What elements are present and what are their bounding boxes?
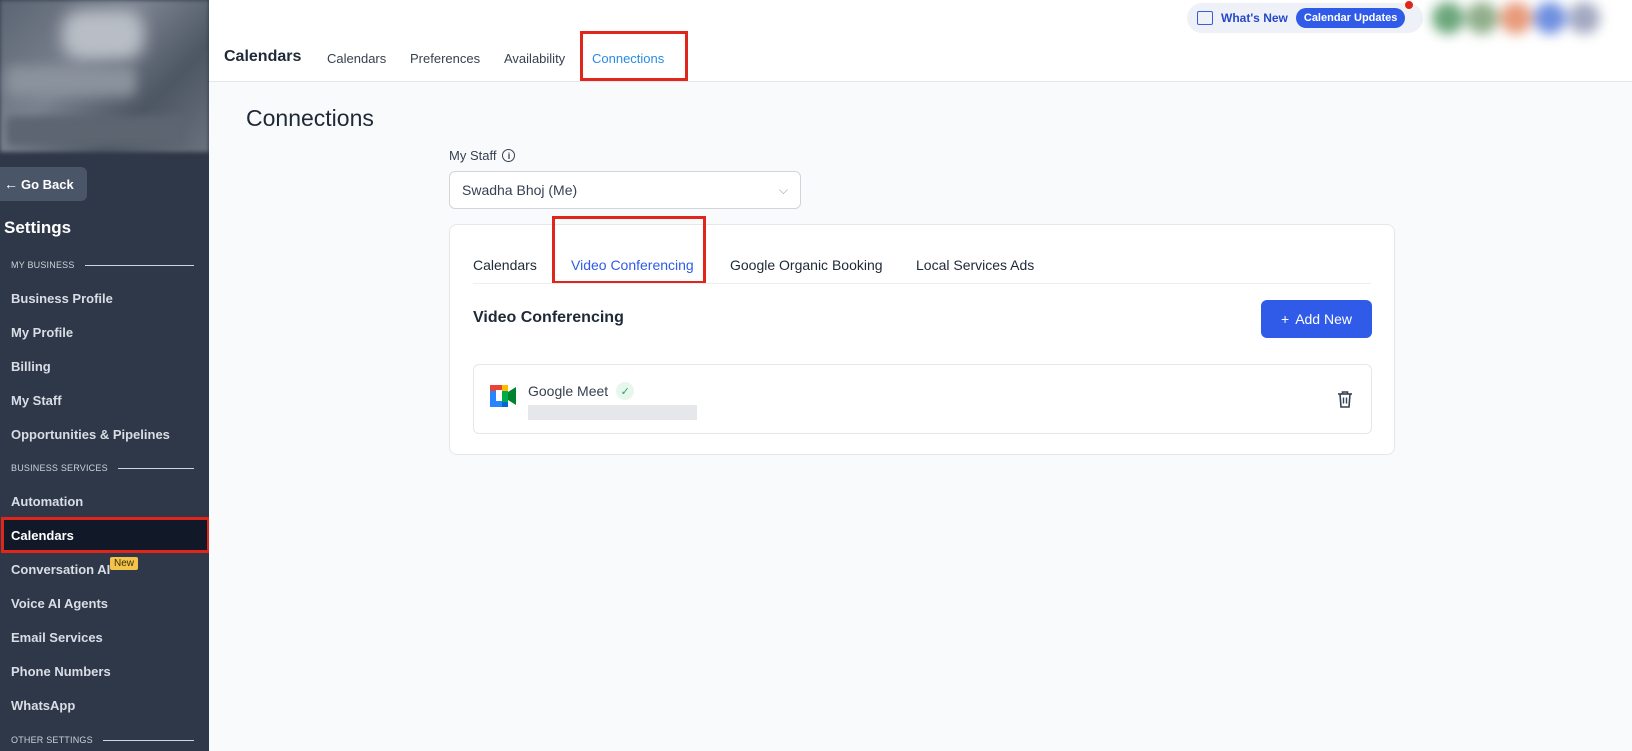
section-label: BUSINESS SERVICES xyxy=(11,463,108,473)
go-back-label: Go Back xyxy=(21,176,74,192)
header-avatars[interactable] xyxy=(1422,0,1632,40)
add-new-button[interactable]: + Add New xyxy=(1261,300,1372,338)
highlight-box-connections-tab xyxy=(580,31,688,81)
avatar[interactable] xyxy=(1568,2,1600,34)
sidebar-item-voice-ai-agents[interactable]: Voice AI Agents xyxy=(11,596,108,611)
sidebar-item-automation[interactable]: Automation xyxy=(11,494,83,509)
sidebar-item-calendars[interactable]: Calendars xyxy=(1,517,209,553)
card-tab-google-organic-booking[interactable]: Google Organic Booking xyxy=(730,257,883,273)
card-tab-calendars[interactable]: Calendars xyxy=(473,257,537,273)
staff-select[interactable]: Swadha Bhoj (Me) ⌵ xyxy=(449,171,801,209)
highlight-box-video-conferencing-tab xyxy=(552,216,706,284)
go-back-button[interactable]: ← Go Back xyxy=(0,167,87,201)
top-header: Calendars Calendars Preferences Availabi… xyxy=(209,0,1632,82)
sidebar: ← Go Back Settings MY BUSINESS Business … xyxy=(0,0,209,751)
chevron-down-icon: ⌵ xyxy=(778,182,788,197)
divider xyxy=(84,264,194,266)
sidebar-account-name xyxy=(6,66,136,96)
section-label: OTHER SETTINGS xyxy=(11,735,93,745)
section-title: Video Conferencing xyxy=(473,309,624,326)
connection-row-google-meet: Google Meet ✓ xyxy=(473,364,1372,434)
connection-name-text: Google Meet xyxy=(528,383,609,399)
tab-availability[interactable]: Availability xyxy=(504,51,565,66)
whats-new-link[interactable]: What's New xyxy=(1221,11,1288,25)
connection-account-redacted xyxy=(528,405,697,420)
section-other-settings: OTHER SETTINGS xyxy=(11,735,194,745)
section-my-business: MY BUSINESS xyxy=(11,260,194,270)
sidebar-item-business-profile[interactable]: Business Profile xyxy=(11,291,113,306)
connection-name: Google Meet ✓ xyxy=(528,382,635,400)
google-meet-icon xyxy=(490,385,516,407)
sidebar-item-conversation-ai[interactable]: Conversation AI xyxy=(11,562,110,577)
staff-select-value: Swadha Bhoj (Me) xyxy=(462,182,578,198)
sidebar-item-email-services[interactable]: Email Services xyxy=(11,630,103,645)
whats-new-bar[interactable]: What's New Calendar Updates xyxy=(1187,3,1423,33)
tabs-divider xyxy=(473,283,1371,284)
my-staff-label: My Staff i xyxy=(449,148,516,163)
divider xyxy=(102,739,194,741)
check-icon: ✓ xyxy=(616,382,635,400)
arrow-left-icon: ← xyxy=(4,176,18,192)
announcement-icon xyxy=(1197,11,1213,25)
settings-title: Settings xyxy=(4,218,72,237)
sidebar-item-phone-numbers[interactable]: Phone Numbers xyxy=(11,664,111,679)
trash-icon[interactable] xyxy=(1337,390,1353,408)
divider xyxy=(117,467,194,469)
calendar-updates-button[interactable]: Calendar Updates xyxy=(1295,8,1406,28)
new-badge: New xyxy=(110,557,139,570)
sidebar-logo xyxy=(62,10,144,60)
sidebar-item-whatsapp[interactable]: WhatsApp xyxy=(11,698,75,713)
plus-icon: + xyxy=(1281,311,1290,327)
sidebar-item-opportunities[interactable]: Opportunities & Pipelines xyxy=(11,427,170,442)
add-new-label: Add New xyxy=(1295,311,1352,327)
my-staff-label-text: My Staff xyxy=(449,148,497,163)
avatar[interactable] xyxy=(1432,2,1464,34)
avatar[interactable] xyxy=(1466,2,1498,34)
header-title: Calendars xyxy=(224,48,302,65)
connections-card: Calendars Video Conferencing Google Orga… xyxy=(449,216,1395,455)
info-icon[interactable]: i xyxy=(502,149,516,162)
sidebar-item-my-profile[interactable]: My Profile xyxy=(11,325,73,340)
avatar[interactable] xyxy=(1534,2,1566,34)
sidebar-item-billing[interactable]: Billing xyxy=(11,359,51,374)
avatar[interactable] xyxy=(1500,2,1532,34)
notification-dot xyxy=(1405,1,1413,9)
tab-calendars[interactable]: Calendars xyxy=(327,51,386,66)
card-tab-local-services-ads[interactable]: Local Services Ads xyxy=(916,257,1034,273)
sidebar-item-my-staff[interactable]: My Staff xyxy=(11,393,62,408)
tab-preferences[interactable]: Preferences xyxy=(410,51,480,66)
section-business-services: BUSINESS SERVICES xyxy=(11,463,194,473)
sidebar-search[interactable] xyxy=(6,116,186,146)
section-label: MY BUSINESS xyxy=(11,260,75,270)
page-title: Connections xyxy=(246,105,374,131)
